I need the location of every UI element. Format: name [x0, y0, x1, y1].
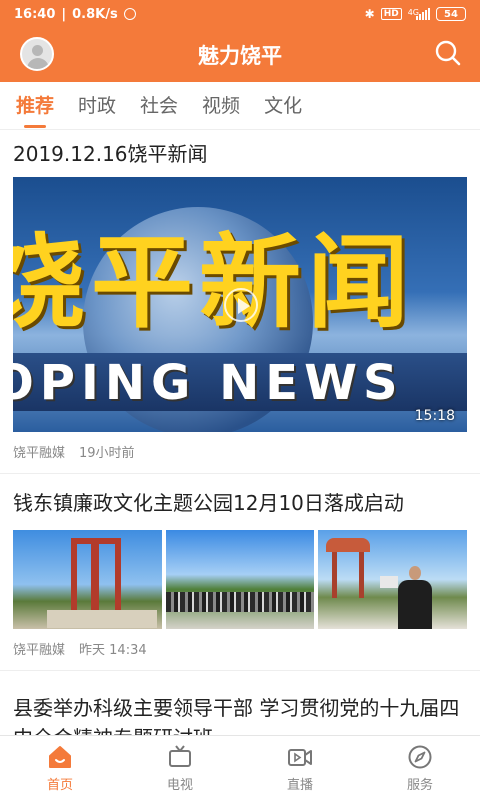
tv-icon — [169, 745, 191, 767]
news-meta: 饶平融媒 昨天 14:34 — [13, 629, 467, 670]
nav-label: 首页 — [46, 778, 73, 793]
news-meta: 饶平融媒 19小时前 — [13, 432, 467, 473]
thumbnail-image[interactable] — [318, 530, 468, 629]
nav-home[interactable]: 首页 — [0, 736, 120, 800]
tab-recommend[interactable]: 推荐 — [16, 82, 54, 130]
home-icon — [49, 746, 71, 768]
nav-tv[interactable]: 电视 — [120, 736, 240, 800]
bluetooth-icon: ✱ — [364, 7, 375, 21]
news-source: 饶平融媒 — [13, 446, 66, 461]
app-root: 16:40 | 0.8K/s ✱ HD 4G 54 魅力饶平 推荐 时政 社会 … — [0, 0, 480, 800]
news-item-text[interactable]: 县委举办科级主要领导干部 学习贯彻党的十九届四中全会精神专题研讨班 — [0, 671, 480, 735]
thumbnail-image[interactable] — [13, 530, 162, 629]
tab-culture[interactable]: 文化 — [264, 82, 302, 130]
nav-label: 电视 — [166, 778, 193, 793]
pavilion-graphic — [326, 538, 371, 598]
news-item-video[interactable]: 2019.12.16饶平新闻 饶平新闻 OPING NEWS 15:18 饶平融… — [0, 131, 480, 474]
status-bar: 16:40 | 0.8K/s ✱ HD 4G 54 — [0, 0, 480, 28]
news-item-gallery[interactable]: 钱东镇廉政文化主题公园12月10日落成启动 饶平融媒 昨天 14:34 — [0, 474, 480, 671]
nav-label: 服务 — [406, 778, 433, 793]
image-gallery — [13, 530, 468, 629]
thumbnail-image[interactable] — [165, 530, 315, 629]
video-thumbnail[interactable]: 饶平新闻 OPING NEWS 15:18 — [13, 177, 467, 432]
news-title[interactable]: 县委举办科级主要领导干部 学习贯彻党的十九届四中全会精神专题研讨班 — [13, 671, 467, 735]
tab-video[interactable]: 视频 — [202, 82, 240, 130]
compass-icon — [408, 745, 432, 769]
video-duration: 15:18 — [414, 408, 455, 424]
nav-service[interactable]: 服务 — [360, 736, 480, 800]
live-icon — [288, 749, 312, 766]
news-time: 19小时前 — [79, 446, 135, 461]
video-banner-text: 饶平新闻 — [13, 223, 415, 343]
news-feed: 2019.12.16饶平新闻 饶平新闻 OPING NEWS 15:18 饶平融… — [0, 131, 480, 735]
park-sculpture — [71, 538, 121, 624]
category-tabs: 推荐 时政 社会 视频 文化 — [0, 82, 480, 130]
hd-icon: HD — [380, 8, 402, 20]
play-icon[interactable] — [224, 288, 258, 322]
bottom-navigation: 首页 电视 直播 服务 — [0, 735, 480, 800]
news-time: 昨天 14:34 — [79, 643, 147, 658]
tab-politics[interactable]: 时政 — [78, 82, 116, 130]
nav-live[interactable]: 直播 — [240, 736, 360, 800]
news-source: 饶平融媒 — [13, 643, 66, 658]
page-title: 魅力饶平 — [198, 44, 282, 68]
megaphone-graphic — [380, 576, 399, 588]
header-bar: 16:40 | 0.8K/s ✱ HD 4G 54 魅力饶平 — [0, 0, 480, 82]
search-icon[interactable] — [434, 39, 462, 67]
news-title[interactable]: 钱东镇廉政文化主题公园12月10日落成启动 — [13, 474, 467, 518]
crowd-graphic — [165, 592, 315, 612]
video-banner-en: OPING NEWS — [13, 355, 404, 411]
signal-icon: 4G — [408, 8, 430, 20]
tab-society[interactable]: 社会 — [140, 82, 178, 130]
app-header: 魅力饶平 — [0, 28, 480, 82]
status-time: 16:40 — [14, 6, 56, 22]
status-speed: 0.8K/s — [72, 6, 118, 22]
nav-label: 直播 — [286, 778, 313, 793]
alarm-icon — [123, 8, 136, 20]
person-graphic — [398, 566, 433, 629]
battery-icon: 54 — [436, 7, 466, 21]
news-title[interactable]: 2019.12.16饶平新闻 — [13, 131, 467, 169]
